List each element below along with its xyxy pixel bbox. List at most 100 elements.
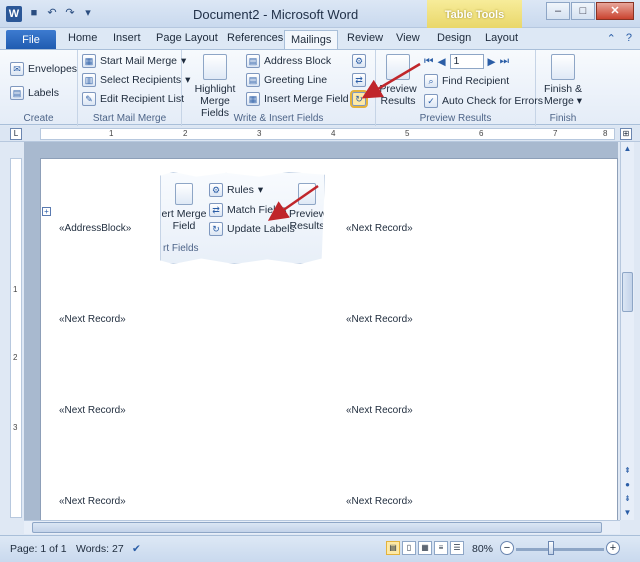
group-preview-results: Preview Results ⏮ ◀ 1 ▶ ⏭ ⌕ Find Recipie… [376,50,543,126]
customize-qat-icon[interactable]: ▾ [81,6,95,20]
tab-file[interactable]: File [6,30,56,50]
match-fields-button[interactable]: ⇄ [352,73,366,87]
update-labels-button[interactable]: ↻ [350,90,368,108]
web-layout-button[interactable]: ▦ [418,541,432,555]
scroll-thumb[interactable] [622,272,633,312]
inset-insert-merge-field: ert Merge Field [161,183,207,232]
inset-match-fields: ⇄ Match Fields [209,203,287,217]
record-number-input[interactable]: 1 [449,54,484,69]
horizontal-scroll-thumb[interactable] [32,522,602,533]
outline-view-button[interactable]: ≡ [434,541,448,555]
merge-field[interactable]: «Next Record» [59,405,126,416]
full-screen-reading-button[interactable]: ▯ [402,541,416,555]
print-layout-view-button[interactable]: ▤ [386,541,400,555]
help-icon[interactable]: ? [626,32,632,45]
merge-field[interactable]: «Next Record» [346,496,413,507]
browse-object-icon[interactable]: ● [621,478,634,491]
insert-field-icon [175,183,193,205]
merge-field[interactable]: «Next Record» [346,405,413,416]
zoomed-ribbon-inset: ert Merge Field ⚙ Rules ▾ ⇄ Match Fields… [160,172,325,264]
ruler-tick: 5 [405,129,410,138]
labels-button[interactable]: ▤ Labels [10,86,59,100]
merge-field[interactable]: «Next Record» [346,314,413,325]
next-page-icon[interactable]: ⇟ [621,492,634,505]
vertical-ruler[interactable]: 1 2 3 [10,158,22,518]
greeting-line-button[interactable]: ▤ Greeting Line [246,73,327,87]
zoom-level[interactable]: 80% [472,543,493,555]
group-create: ✉ Envelopes ▤ Labels Create [0,50,78,126]
inset-rules: ⚙ Rules ▾ [209,183,263,197]
address-block-icon: ▤ [246,54,260,68]
select-recipients-button[interactable]: ▥ Select Recipients ▾ [82,73,190,87]
group-label-preview: Preview Results [419,113,492,124]
merge-field[interactable]: «Next Record» [346,223,413,234]
tab-references[interactable]: References [227,32,283,44]
table-move-handle-icon[interactable]: + [42,207,51,216]
envelopes-button[interactable]: ✉ Envelopes [10,62,77,76]
scroll-up-icon[interactable]: ▲ [621,142,634,155]
zoom-slider-handle[interactable] [548,541,554,555]
last-record-icon[interactable]: ⏭ [500,55,509,68]
minimize-ribbon-icon[interactable]: ⌃ [607,32,616,45]
update-labels-icon: ↻ [209,222,223,236]
insert-merge-field-button[interactable]: ▦ Insert Merge Field ▾ [246,92,358,106]
draft-view-button[interactable]: ☰ [450,541,464,555]
tab-page-layout[interactable]: Page Layout [156,32,218,44]
first-record-icon[interactable]: ⏮ [424,55,433,68]
find-recipient-button[interactable]: ⌕ Find Recipient [424,74,509,88]
redo-icon[interactable]: ↷ [63,6,77,20]
proofing-icon[interactable]: ✔ [132,543,141,555]
tab-layout[interactable]: Layout [485,32,518,44]
recipients-icon: ▥ [82,73,96,87]
scroll-down-icon[interactable]: ▼ [621,506,634,519]
previous-record-icon[interactable]: ◀ [437,56,445,68]
zoom-out-button[interactable]: − [500,541,514,555]
ruler-tick: 4 [331,129,336,138]
horizontal-ruler[interactable]: 1 2 3 4 5 6 7 8 [40,128,615,140]
start-mail-merge-button[interactable]: ▦ Start Mail Merge ▾ [82,54,186,68]
tab-design[interactable]: Design [437,32,471,44]
close-button[interactable]: ✕ [596,2,634,20]
document-merge-icon: ▦ [82,54,96,68]
horizontal-scrollbar[interactable] [24,520,620,534]
preview-results-button[interactable]: Preview Results [378,54,418,107]
tab-view[interactable]: View [396,32,420,44]
view-ruler-icon[interactable]: ⊞ [620,128,632,140]
tab-review[interactable]: Review [347,32,383,44]
tab-insert[interactable]: Insert [113,32,141,44]
rules-icon: ⚙ [209,183,223,197]
rules-button[interactable]: ⚙ [352,54,366,68]
word-count[interactable]: Words: 27 [76,543,124,555]
finish-merge-button[interactable]: Finish & Merge ▾ [538,54,588,107]
envelope-icon: ✉ [10,62,24,76]
address-block-button[interactable]: ▤ Address Block [246,54,331,68]
maximize-button[interactable]: □ [571,2,595,20]
merge-field[interactable]: «Next Record» [59,314,126,325]
vertical-scrollbar[interactable]: ▲ ⇞ ● ⇟ ▼ [620,142,634,520]
zoom-slider-track[interactable] [516,548,604,551]
undo-icon[interactable]: ↶ [45,6,59,20]
merge-field[interactable]: «Next Record» [59,496,126,507]
rules-icon: ⚙ [352,54,366,68]
group-label-create: Create [23,113,54,124]
document-page[interactable]: + «AddressBlock» «Next Record» «Next Rec… [40,158,618,520]
tab-mailings[interactable]: Mailings [284,30,339,50]
tab-home[interactable]: Home [68,32,97,44]
next-record-icon[interactable]: ▶ [488,56,496,68]
edit-recipient-list-button[interactable]: ✎ Edit Recipient List [82,92,184,106]
group-label-finish: Finish [549,113,577,124]
auto-check-errors-button[interactable]: ✓ Auto Check for Errors [424,94,543,108]
word-logo-icon[interactable]: W [6,6,22,22]
match-fields-icon: ⇄ [209,203,223,217]
inset-group-label: rt Fields [163,243,199,254]
group-label-write: Write & Insert Fields [233,113,324,124]
minimize-button[interactable]: – [546,2,570,20]
zoom-in-button[interactable]: + [606,541,620,555]
tab-selector-button[interactable]: L [10,128,22,140]
group-start-mail-merge: ▦ Start Mail Merge ▾ ▥ Select Recipients… [78,50,190,126]
merge-field[interactable]: «AddressBlock» [59,223,131,234]
page-count[interactable]: Page: 1 of 1 [10,543,67,555]
save-icon[interactable]: ■ [27,6,41,20]
highlight-merge-fields-button[interactable]: Highlight Merge Fields [186,54,244,119]
previous-page-icon[interactable]: ⇞ [621,464,634,477]
